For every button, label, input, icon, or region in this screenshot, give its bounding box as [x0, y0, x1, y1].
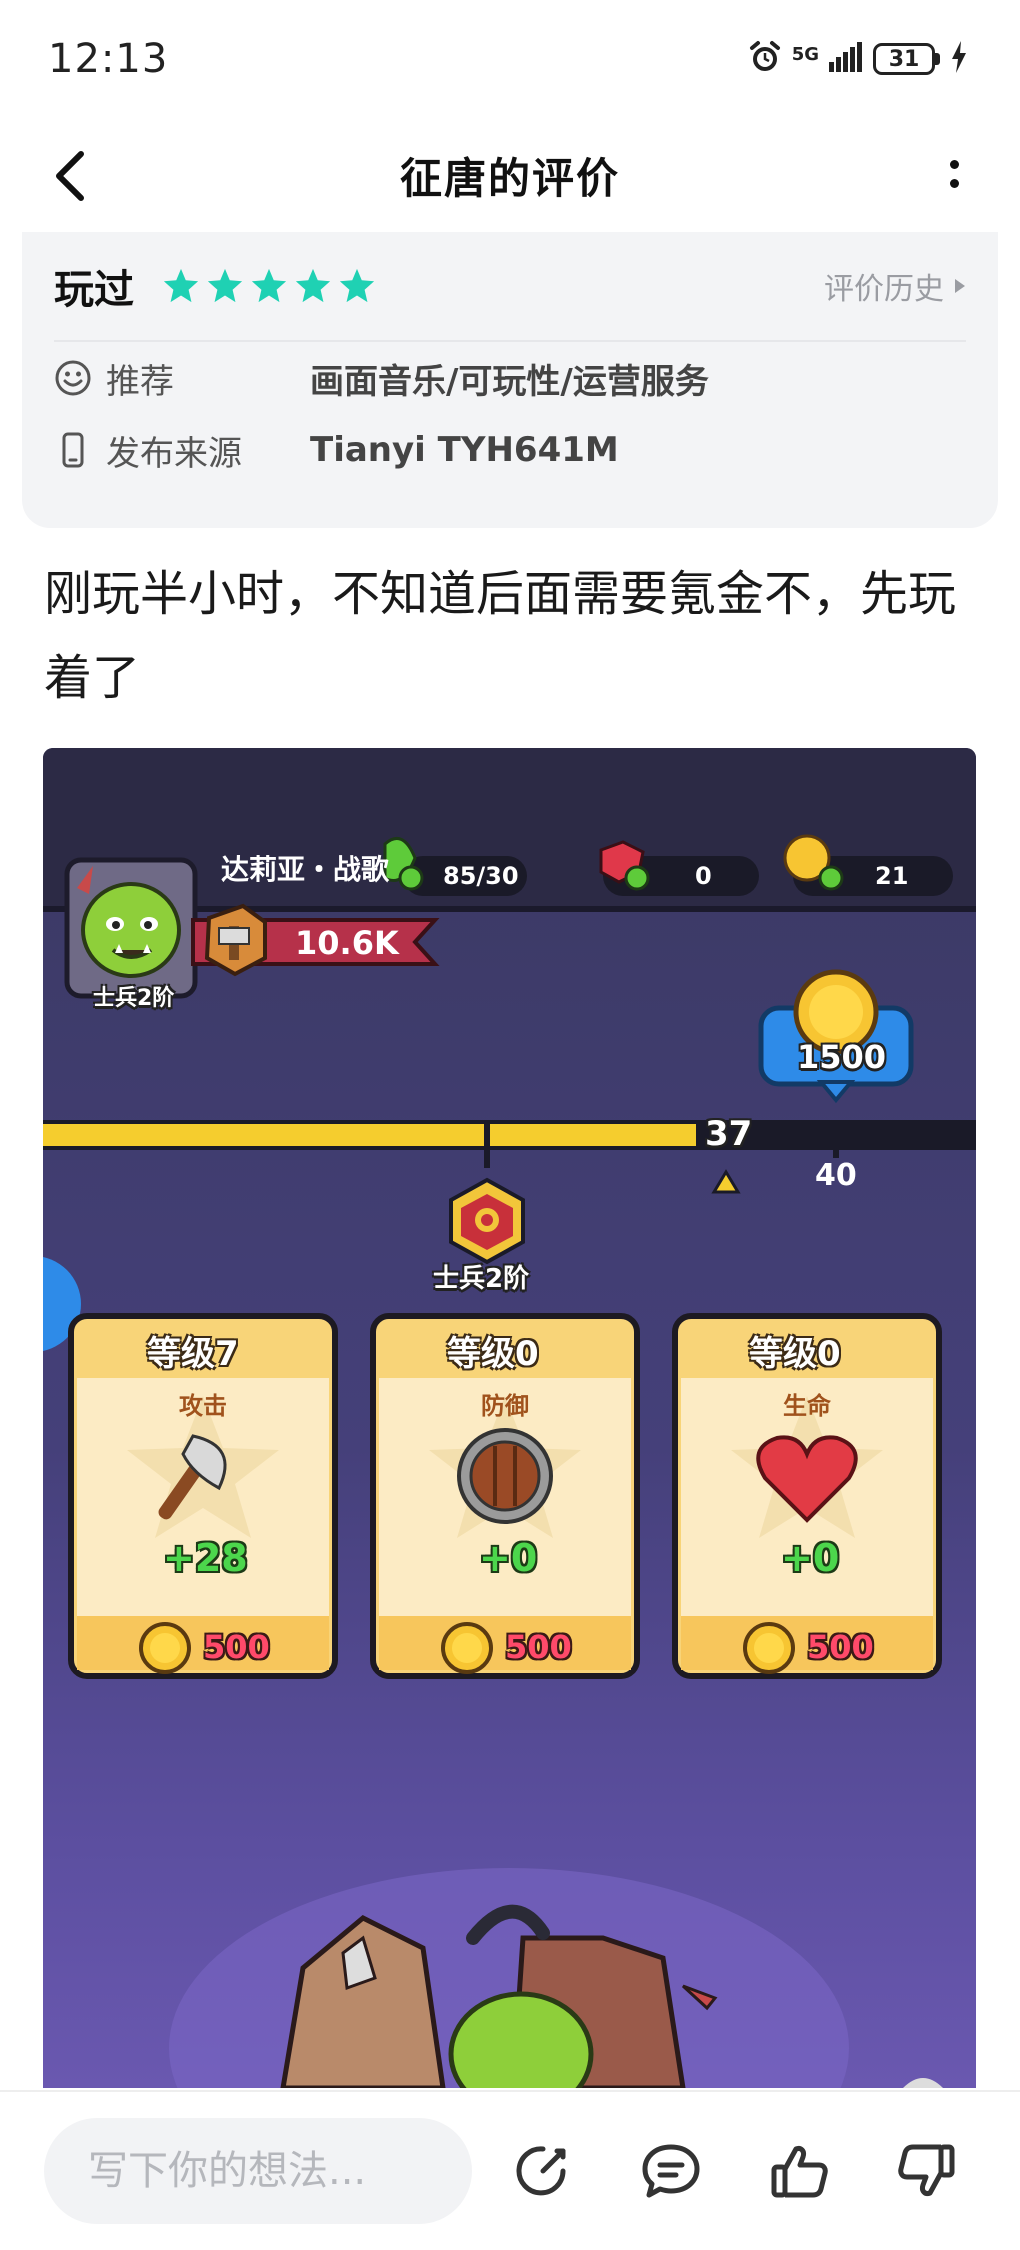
triangle-right-icon — [955, 279, 965, 293]
progress-fill — [43, 1124, 696, 1146]
review-body-text: 刚玩半小时，不知道后面需要氪金不，先玩着了 — [44, 566, 957, 706]
progress-current: 37 — [705, 1114, 753, 1154]
signal-icon — [829, 42, 863, 76]
star-icon — [163, 268, 199, 303]
card-cost: 500 — [505, 1628, 572, 1666]
chat-bubble-icon — [642, 2144, 700, 2198]
more-dot-icon — [949, 160, 959, 169]
star-icon — [251, 268, 287, 303]
player-rank: 士兵2阶 — [93, 986, 175, 1011]
review-rating-row: 玩过 评价历史 — [54, 232, 966, 342]
alarm-icon — [748, 40, 782, 78]
card-cost: 500 — [807, 1628, 874, 1666]
meta-key-label: 发布来源 — [106, 433, 242, 474]
gems-value: 0 — [695, 862, 712, 890]
card-bonus: +0 — [479, 1536, 538, 1580]
stamina-value: 85/30 — [443, 862, 519, 890]
status-bar: 12:13 5G 31 — [0, 0, 1020, 118]
star-icon — [295, 268, 331, 303]
star-rating — [162, 267, 376, 305]
gold-value: 21 — [875, 862, 909, 890]
share-icon — [516, 2146, 566, 2196]
nav-bar: 征唐的评价 — [0, 118, 1020, 232]
dislike-button[interactable] — [894, 2138, 960, 2204]
card-stat-label: 生命 — [783, 1392, 831, 1420]
back-button[interactable] — [40, 146, 100, 206]
phone-icon — [62, 432, 84, 468]
meta-row-source: 发布来源 Tianyi TYH641M — [54, 414, 966, 486]
status-time: 12:13 — [48, 36, 169, 82]
card-cost: 500 — [203, 1628, 270, 1666]
meta-key-label: 推荐 — [106, 361, 174, 402]
share-button[interactable] — [510, 2138, 576, 2204]
star-icon — [339, 268, 375, 303]
card-bonus: +28 — [163, 1536, 248, 1580]
player-avatar — [64, 857, 198, 999]
more-options-button[interactable] — [936, 144, 972, 204]
like-button[interactable] — [766, 2138, 832, 2204]
network-label: 5G — [791, 44, 819, 65]
review-screenshot-image[interactable]: 达莉亚・战歌 士兵2阶 85/30 0 21 10.6K 1500 37 40 … — [43, 748, 976, 2088]
battery-level: 31 — [873, 43, 935, 75]
card-level: 等级0 — [749, 1334, 841, 1374]
comment-input[interactable] — [44, 2118, 472, 2224]
progress-target: 40 — [815, 1158, 857, 1193]
played-label: 玩过 — [54, 267, 134, 313]
milestone-label: 士兵2阶 — [433, 1264, 530, 1294]
card-stat-label: 防御 — [481, 1392, 529, 1420]
power-value: 10.6K — [295, 924, 399, 962]
charging-icon — [950, 41, 968, 77]
review-history-link[interactable]: 评价历史 — [824, 264, 966, 308]
back-arrow-icon — [56, 151, 84, 201]
player-name: 达莉亚・战歌 — [221, 853, 390, 886]
card-level: 等级0 — [447, 1334, 539, 1374]
card-level: 等级7 — [147, 1334, 239, 1374]
star-icon — [207, 268, 243, 303]
recommend-tags: 画面音乐/可玩性/运营服务 — [310, 361, 709, 402]
smile-icon — [55, 360, 91, 396]
battery-indicator: 31 — [873, 43, 940, 75]
status-icons: 5G 31 — [748, 40, 968, 78]
bottom-action-bar — [0, 2090, 1020, 2250]
thumbs-up-icon — [771, 2146, 828, 2198]
review-summary-card: 玩过 评价历史 推荐 画面音乐/可玩性/运营服务 发布来源 Tianyi TYH… — [22, 232, 998, 528]
comment-button[interactable] — [638, 2138, 704, 2204]
card-bonus: +0 — [781, 1536, 840, 1580]
device-source: Tianyi TYH641M — [310, 430, 619, 470]
page-title: 征唐的评价 — [399, 153, 620, 203]
meta-row-recommend: 推荐 画面音乐/可玩性/运营服务 — [54, 342, 966, 414]
reward-amount: 1500 — [797, 1038, 887, 1076]
review-history-label: 评价历史 — [824, 272, 944, 307]
card-stat-label: 攻击 — [179, 1392, 227, 1420]
thumbs-down-icon — [898, 2144, 955, 2196]
